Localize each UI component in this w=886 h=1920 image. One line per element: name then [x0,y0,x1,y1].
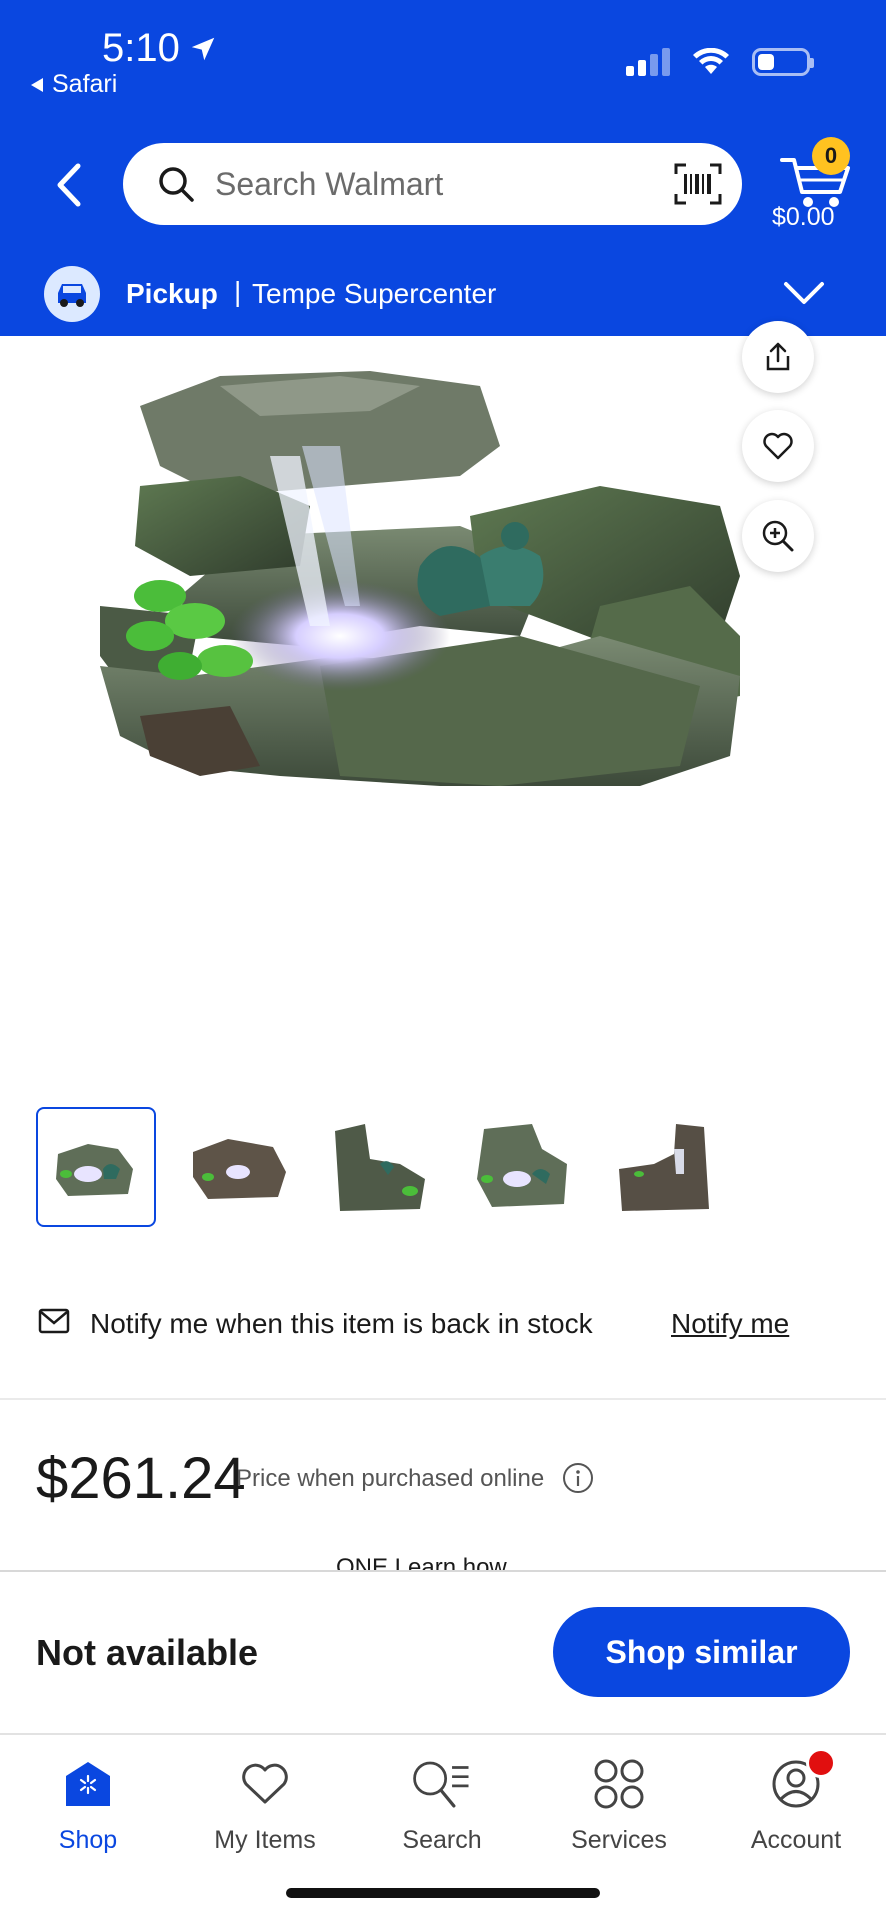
back-chevron-icon[interactable] [50,160,90,210]
battery-icon [752,48,814,76]
tab-label: Account [750,1826,842,1854]
chevron-down-icon[interactable] [782,276,826,308]
search-icon [159,167,194,202]
status-indicators [626,48,814,76]
share-button[interactable] [742,321,814,393]
cart-count-badge: 0 [812,137,850,175]
account-notification-badge [806,1748,836,1778]
status-time-text: 5:10 [102,26,180,70]
zoom-button[interactable] [742,500,814,572]
pickup-separator: | [234,276,242,307]
availability-status: Not available [36,1632,259,1673]
tab-label: My Items [214,1826,316,1854]
shop-similar-button[interactable]: Shop similar [553,1607,850,1697]
search-bar[interactable] [123,143,742,225]
tab-label: Shop [58,1826,118,1854]
tab-search[interactable]: Search [372,1752,512,1855]
status-time: 5:10 [102,26,218,71]
search-input[interactable] [215,165,635,203]
cart-total: $0.00 [772,203,835,231]
tab-my-items[interactable]: My Items [195,1752,335,1855]
shop-icon [56,1752,120,1816]
pickup-car-icon [44,266,100,322]
favorite-button[interactable] [742,410,814,482]
tab-shop[interactable]: Shop [18,1752,158,1855]
thumbnail-1[interactable] [36,1107,156,1227]
signal-icon [626,48,670,76]
tab-label: Search [402,1826,482,1854]
zoom-in-icon [762,520,794,552]
pickup-label: Pickup [126,278,218,309]
notify-message: Notify me when this item is back in stoc… [90,1308,593,1339]
wifi-icon [693,48,729,74]
price-note: Price when purchased online [236,1465,545,1492]
product-price: $261.24 [36,1446,246,1511]
heart-icon [233,1752,297,1816]
thumbnail-5[interactable] [604,1107,724,1227]
back-to-safari[interactable]: Safari [30,70,117,99]
app-header: 5:10 Safari 0 [0,0,886,336]
thumbnail-4[interactable] [462,1107,582,1227]
store-name: Tempe Supercenter [252,278,497,309]
back-triangle-icon [31,77,43,92]
tab-label: Services [571,1826,667,1854]
services-icon [587,1752,651,1816]
tab-services[interactable]: Services [549,1752,689,1855]
info-icon[interactable] [562,1462,594,1494]
partially-hidden-text: ONE Learn how [336,1554,507,1570]
product-image[interactable] [40,336,830,1046]
thumbnail-2[interactable] [178,1107,298,1227]
barcode-scanner-icon[interactable] [674,162,722,206]
thumbnail-3[interactable] [320,1107,440,1227]
location-arrow-icon [191,37,215,60]
heart-icon [763,432,793,460]
tab-account[interactable]: Account [726,1752,866,1855]
section-divider [0,1398,886,1400]
envelope-icon [38,1308,70,1334]
thumbnail-strip [36,1107,724,1227]
home-indicator[interactable] [286,1888,600,1898]
share-icon [766,342,790,371]
notify-me-link[interactable]: Notify me [671,1308,789,1340]
search-list-icon [410,1752,474,1816]
back-app-label: Safari [52,70,118,98]
